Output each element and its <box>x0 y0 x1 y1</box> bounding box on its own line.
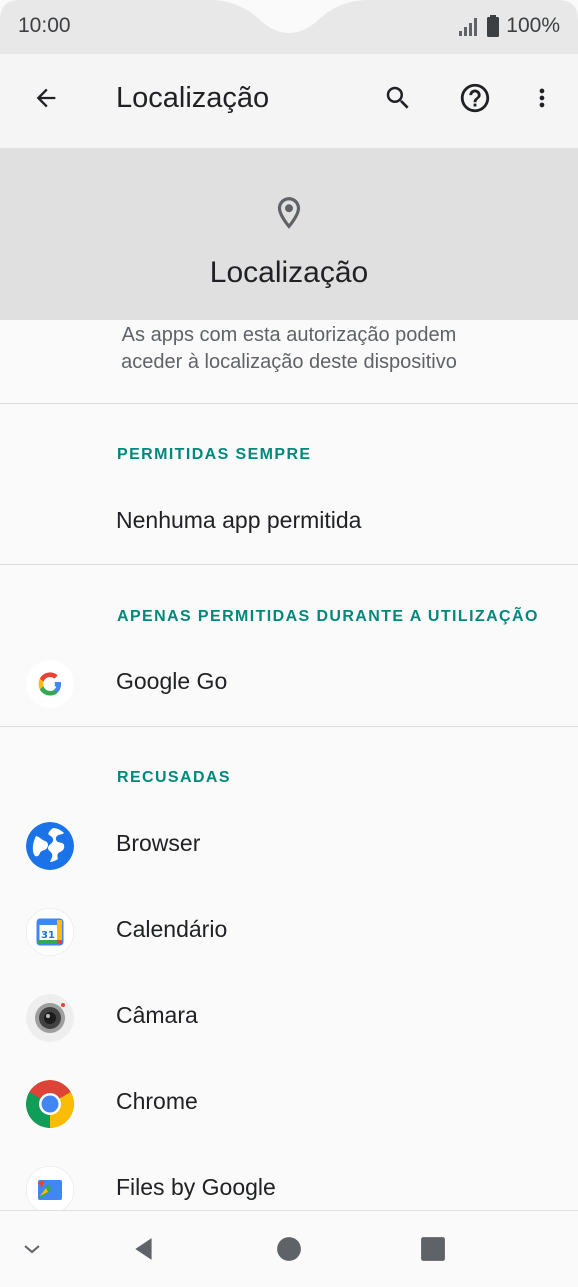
app-row-browser[interactable]: Browser <box>0 804 578 888</box>
header-title: Localização <box>209 256 369 289</box>
app-row-camera[interactable]: Câmara <box>0 976 578 1060</box>
nav-back-button[interactable] <box>126 1231 162 1267</box>
divider <box>0 564 578 565</box>
divider <box>0 403 578 404</box>
chevron-down-icon <box>24 1245 40 1254</box>
app-row-calendar[interactable]: 31 Calendário <box>0 890 578 974</box>
status-bar: 10:00 100% <box>0 0 578 54</box>
browser-icon <box>26 822 74 870</box>
help-icon <box>460 83 490 113</box>
more-options-button[interactable] <box>520 76 564 120</box>
signal-icon <box>459 18 478 36</box>
location-pin-icon <box>277 197 301 229</box>
more-vert-icon <box>539 88 545 108</box>
search-icon <box>386 86 409 109</box>
app-row-chrome[interactable]: Chrome <box>0 1062 578 1146</box>
app-label: Calendário <box>116 916 228 942</box>
section-header-always: PERMITIDAS SEMPRE <box>117 446 312 463</box>
permission-description: As apps com esta autorização podem acede… <box>0 322 578 376</box>
battery-percent: 100% <box>506 14 560 37</box>
svg-text:31: 31 <box>41 930 55 941</box>
empty-label: Nenhuma app permitida <box>116 507 362 533</box>
chrome-icon <box>26 1080 74 1128</box>
battery-icon <box>487 15 500 37</box>
section-header-denied: RECUSADAS <box>117 769 231 786</box>
calendar-icon: 31 <box>26 908 74 956</box>
nav-home-icon <box>277 1237 301 1261</box>
description-line-1: As apps com esta autorização podem <box>121 324 457 346</box>
search-button[interactable] <box>376 76 420 120</box>
nav-recents-button[interactable] <box>415 1231 451 1267</box>
arrow-back-icon <box>36 88 56 108</box>
divider <box>0 726 578 727</box>
files-by-google-icon <box>26 1166 74 1214</box>
app-label: Browser <box>116 830 201 856</box>
camera-icon <box>26 994 74 1042</box>
section-header-in-use: APENAS PERMITIDAS DURANTE A UTILIZAÇÃO <box>117 608 539 625</box>
back-button[interactable] <box>24 76 68 120</box>
nav-collapse-button[interactable] <box>14 1231 50 1267</box>
navigation-bar <box>0 1210 578 1287</box>
google-go-icon <box>26 660 74 708</box>
app-row-google-go[interactable]: Google Go <box>0 642 578 726</box>
app-label: Câmara <box>116 1002 198 1028</box>
permission-header: Localização <box>0 148 578 320</box>
nav-recents-icon <box>421 1237 445 1261</box>
help-button[interactable] <box>453 76 497 120</box>
app-label: Chrome <box>116 1088 198 1114</box>
app-bar: Localização <box>0 54 578 148</box>
app-label: Files by Google <box>116 1174 276 1200</box>
page-title: Localização <box>116 82 270 114</box>
nav-home-button[interactable] <box>271 1231 307 1267</box>
nav-back-icon <box>135 1238 152 1260</box>
app-label: Google Go <box>116 668 228 694</box>
list-item-empty: Nenhuma app permitida <box>0 481 578 565</box>
status-time: 10:00 <box>18 14 71 37</box>
description-line-2: aceder à localização deste dispositivo <box>121 351 457 373</box>
status-indicators: 100% <box>458 14 560 38</box>
